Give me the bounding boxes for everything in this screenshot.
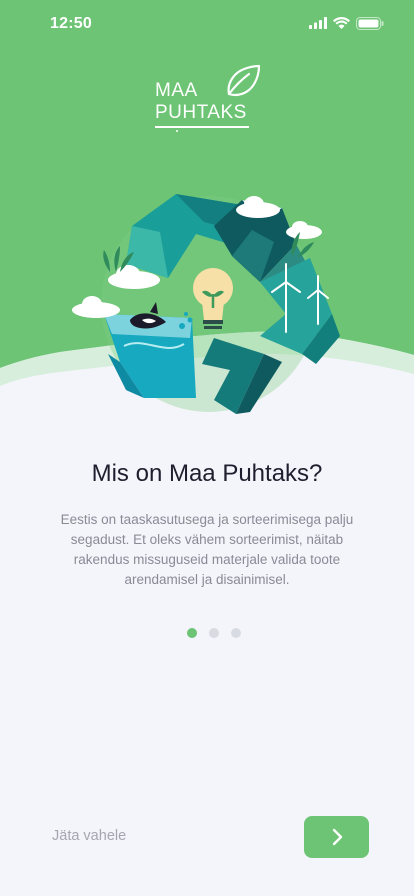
battery-icon (356, 16, 384, 30)
logo-underline (155, 126, 249, 128)
logo-text-line1: MAA (155, 80, 198, 101)
status-bar: 12:50 (0, 0, 414, 48)
onboarding-screen: 12:50 MAA PUHTAKS Mis on Maa Puhtaks? Ee… (0, 0, 414, 896)
app-logo: MAA PUHTAKS (155, 64, 265, 134)
status-icons (309, 16, 384, 30)
logo-text-line2: PUHTAKS (155, 102, 247, 123)
status-time: 12:50 (50, 15, 92, 32)
page-dot-3[interactable] (231, 628, 241, 638)
recycle-nature-illustration (72, 194, 340, 414)
wifi-icon (333, 17, 350, 29)
cellular-signal-icon (309, 17, 327, 29)
skip-button[interactable]: Jäta vahele (52, 828, 126, 844)
page-indicator (187, 628, 241, 638)
chevron-right-icon (332, 828, 342, 846)
page-description: Eestis on taaskasutusega ja sorteerimise… (60, 512, 354, 587)
page-dot-1[interactable] (187, 628, 197, 638)
page-title: Mis on Maa Puhtaks? (91, 460, 323, 487)
next-button[interactable] (304, 816, 369, 858)
logo-dot (176, 130, 178, 132)
leaf-icon (227, 64, 261, 97)
page-dot-2[interactable] (209, 628, 219, 638)
